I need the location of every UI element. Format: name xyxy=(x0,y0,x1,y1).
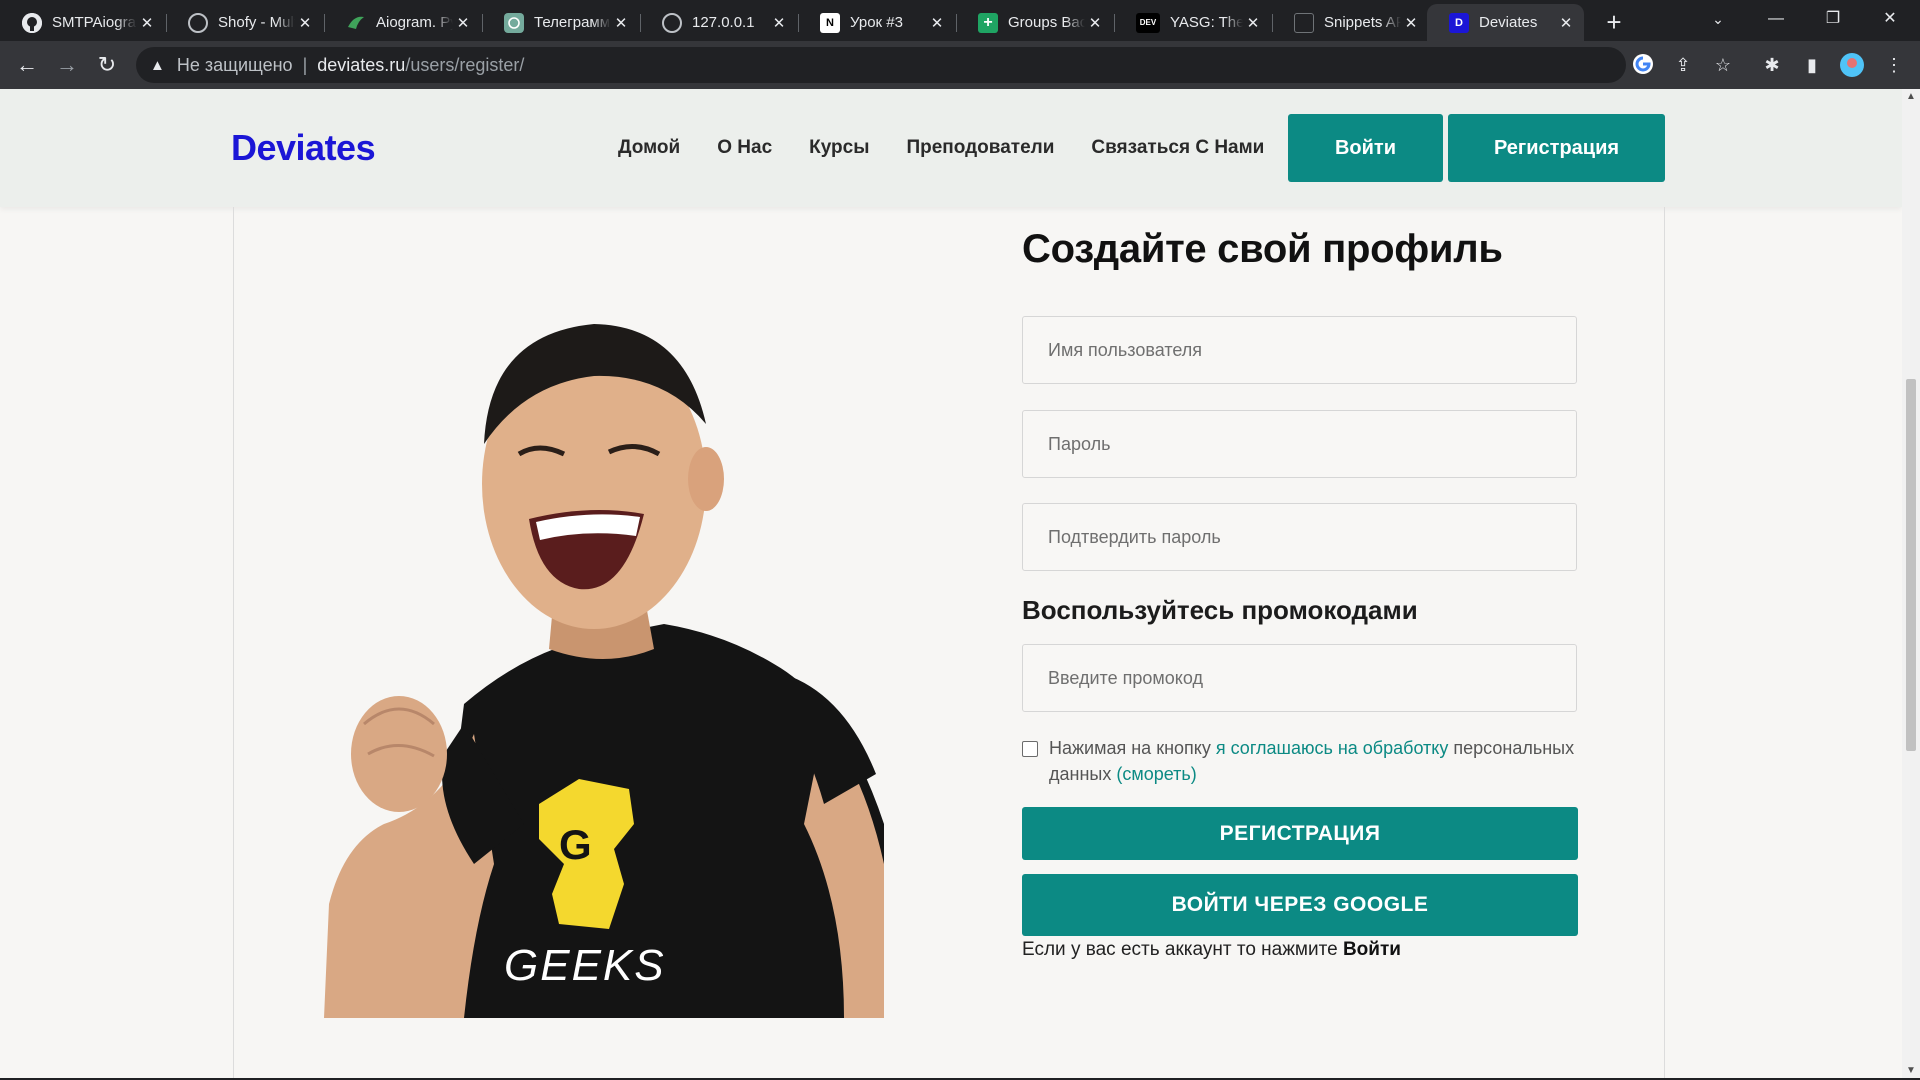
login-hint: Если у вас есть аккаунт то нажмите Войти xyxy=(1022,939,1401,961)
tab-close-icon[interactable]: ✕ xyxy=(1085,14,1105,32)
browser-tab[interactable]: Телеграмм ✕ xyxy=(482,4,639,41)
page-viewport: Deviates Домой О Нас Курсы Преподователи… xyxy=(0,89,1902,1078)
reload-icon[interactable]: ↻ xyxy=(89,47,125,83)
github-icon xyxy=(22,12,42,33)
login-hint-link[interactable]: Войти xyxy=(1343,939,1401,960)
profile-avatar[interactable] xyxy=(1840,53,1864,77)
consent-view-link[interactable]: (смореть) xyxy=(1116,764,1196,784)
browser-tab[interactable]: + Groups Back ✕ xyxy=(956,4,1113,41)
browser-tab[interactable]: 127.0.0.1 ✕ xyxy=(640,4,797,41)
tab-label: Телеграмм xyxy=(534,14,611,31)
url-path: /users/register/ xyxy=(405,54,525,75)
tab-label: Groups Back xyxy=(1008,14,1085,31)
content-border-right xyxy=(1664,207,1665,1078)
address-bar[interactable]: ▲ Не защищено | deviates.ru /users/regis… xyxy=(136,47,1626,83)
nav-link-teachers[interactable]: Преподователи xyxy=(906,137,1054,159)
warning-icon[interactable]: ▲ xyxy=(150,57,165,74)
browser-tab[interactable]: Snippets API ✕ xyxy=(1272,4,1429,41)
tab-close-icon[interactable]: ✕ xyxy=(1243,14,1263,32)
tab-label: Урок #3 xyxy=(850,14,903,31)
browser-toolbar: ← → ↻ ▲ Не защищено | deviates.ru /users… xyxy=(0,41,1920,89)
extensions-icon[interactable]: ✱ xyxy=(1760,53,1784,77)
tab-label: SMTPAiogram xyxy=(52,14,137,31)
tab-label: 127.0.0.1 xyxy=(692,14,755,31)
browser-tab[interactable]: N Урок #3 ✕ xyxy=(798,4,955,41)
username-field[interactable] xyxy=(1022,316,1577,384)
nav-link-about[interactable]: О Нас xyxy=(717,137,772,159)
browser-tab-active[interactable]: D Deviates ✕ xyxy=(1427,4,1584,41)
site-logo[interactable]: Deviates xyxy=(231,127,376,169)
tab-close-icon[interactable]: ✕ xyxy=(611,14,631,32)
content-border-left xyxy=(233,207,234,1078)
close-window-icon[interactable]: ✕ xyxy=(1862,0,1918,41)
login-button[interactable]: Войти xyxy=(1288,114,1443,182)
share-icon[interactable]: ⇪ xyxy=(1671,53,1695,77)
new-tab-icon[interactable]: + xyxy=(1598,8,1630,36)
consent-link[interactable]: я соглашаюсь на обработку xyxy=(1216,738,1449,758)
browser-tab[interactable]: SMTPAiogram ✕ xyxy=(0,4,165,41)
shirt-logo-text: GEEKS xyxy=(504,941,666,990)
shirt-logo-letter: G xyxy=(559,821,592,868)
tab-label: Shofy - Multipurpose xyxy=(218,14,295,31)
side-panel-icon[interactable]: ▮ xyxy=(1800,53,1824,77)
browser-tab[interactable]: DEV YASG: The Py ✕ xyxy=(1114,4,1271,41)
google-login-button[interactable]: ВОЙТИ ЧЕРЕЗ GOOGLE xyxy=(1022,874,1578,936)
login-hint-text: Если у вас есть аккаунт то нажмите xyxy=(1022,939,1338,960)
chatgpt-icon xyxy=(504,12,524,33)
bookmark-star-icon[interactable]: ☆ xyxy=(1711,53,1735,77)
dev-icon: DEV xyxy=(1136,12,1160,33)
site-header: Deviates Домой О Нас Курсы Преподователи… xyxy=(0,89,1902,207)
password-field[interactable] xyxy=(1022,410,1577,478)
tab-close-icon[interactable]: ✕ xyxy=(295,14,315,32)
register-button[interactable]: Регистрация xyxy=(1448,114,1665,182)
student-photo: G GEEKS xyxy=(324,324,884,1018)
nav-link-home[interactable]: Домой xyxy=(618,137,680,159)
notion-icon: N xyxy=(820,12,840,33)
menu-kebab-icon[interactable]: ⋮ xyxy=(1882,53,1906,77)
consent-text-prefix: Нажимая на кнопку xyxy=(1049,738,1211,758)
tab-close-icon[interactable]: ✕ xyxy=(1556,14,1576,32)
scrollbar-thumb[interactable] xyxy=(1906,379,1916,751)
sheets-icon: + xyxy=(978,12,998,33)
globe-icon xyxy=(188,12,208,33)
tab-label: Snippets API xyxy=(1324,14,1401,31)
drf-icon xyxy=(1294,12,1314,33)
scroll-down-icon[interactable]: ▼ xyxy=(1902,1065,1920,1076)
browser-tab-strip: SMTPAiogram ✕ Shofy - Multipurpose ✕ Aio… xyxy=(0,0,1920,41)
consent-checkbox[interactable] xyxy=(1022,741,1038,757)
tab-search-icon[interactable]: ⌄ xyxy=(1690,0,1746,41)
url-host: deviates.ru xyxy=(317,54,406,75)
restore-icon[interactable]: ❐ xyxy=(1805,0,1861,41)
tab-label: Deviates xyxy=(1479,14,1538,31)
nav-link-contact[interactable]: Связаться С Нами xyxy=(1091,137,1264,159)
nav-link-courses[interactable]: Курсы xyxy=(809,137,869,159)
scroll-up-icon[interactable]: ▲ xyxy=(1902,91,1920,102)
browser-tab[interactable]: Aiogram. Python ✕ xyxy=(324,4,481,41)
tab-close-icon[interactable]: ✕ xyxy=(137,14,157,32)
page-scrollbar[interactable]: ▲ ▼ xyxy=(1902,89,1920,1078)
tab-close-icon[interactable]: ✕ xyxy=(769,14,789,32)
promo-code-field[interactable] xyxy=(1022,644,1577,712)
google-icon[interactable] xyxy=(1631,53,1655,77)
consent-row: Нажимая на кнопку я соглашаюсь на обрабо… xyxy=(1022,735,1582,787)
forward-icon[interactable]: → xyxy=(49,47,85,83)
confirm-password-field[interactable] xyxy=(1022,503,1577,571)
back-icon[interactable]: ← xyxy=(9,47,45,83)
deviates-icon: D xyxy=(1449,12,1469,33)
tab-close-icon[interactable]: ✕ xyxy=(453,14,473,32)
browser-tab[interactable]: Shofy - Multipurpose ✕ xyxy=(166,4,323,41)
globe-icon xyxy=(662,12,682,33)
tab-label: YASG: The Py xyxy=(1170,14,1243,31)
submit-registration-button[interactable]: РЕГИСТРАЦИЯ xyxy=(1022,807,1578,860)
page-title: Создайте свой профиль xyxy=(1022,227,1503,271)
promo-heading: Воспользуйтесь промокодами xyxy=(1022,595,1418,625)
main-nav: Домой О Нас Курсы Преподователи Связатьс… xyxy=(618,137,1264,159)
tab-close-icon[interactable]: ✕ xyxy=(1401,14,1421,32)
tab-close-icon[interactable]: ✕ xyxy=(927,14,947,32)
aiogram-icon xyxy=(346,13,366,33)
security-label: Не защищено xyxy=(176,54,293,75)
tab-label: Aiogram. Python xyxy=(376,14,453,31)
minimize-icon[interactable]: — xyxy=(1748,0,1804,41)
